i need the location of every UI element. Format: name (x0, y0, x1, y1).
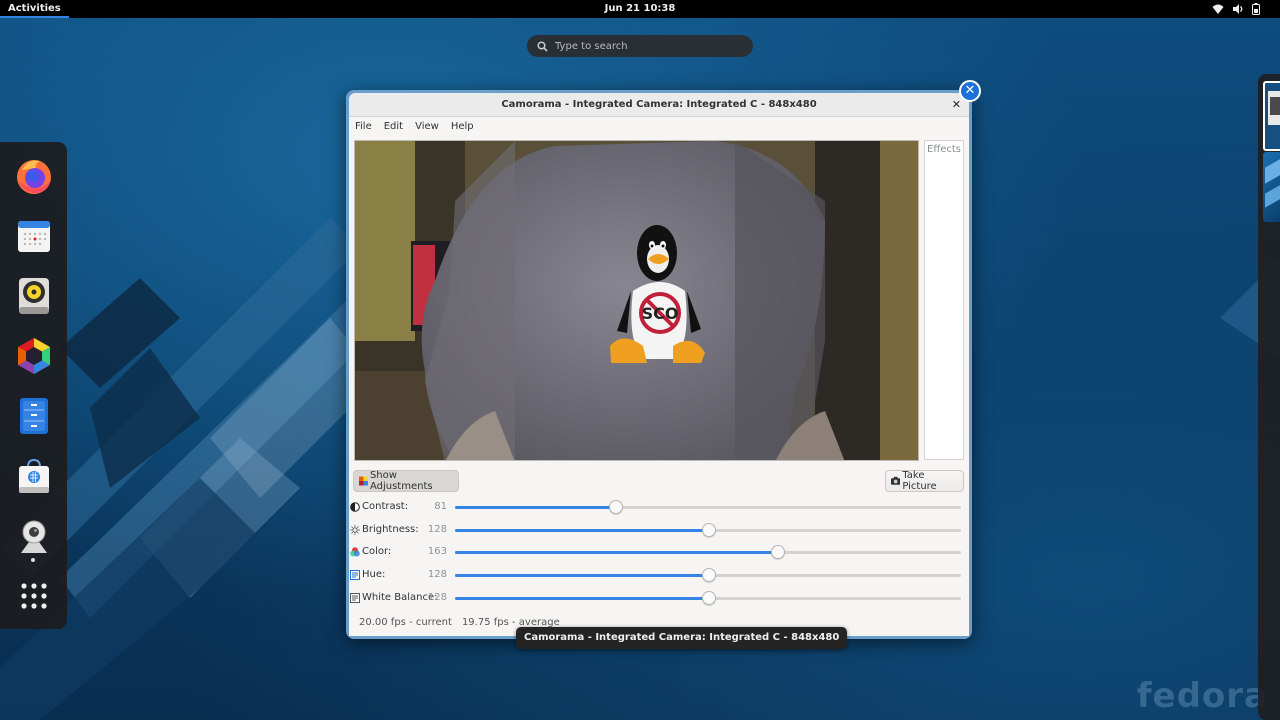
contrast-icon (350, 502, 360, 512)
take-picture-button[interactable]: Take Picture (885, 470, 964, 492)
adjustment-brightness: Brightness: 128 (349, 520, 969, 540)
show-adjustments-label: Show Adjustments (369, 470, 433, 492)
dash-files[interactable] (14, 396, 54, 436)
menubar: File Edit View Help (349, 117, 969, 137)
dash-calendar[interactable] (14, 216, 54, 256)
workspace-wallpaper-shape (1265, 182, 1280, 208)
search-icon (537, 40, 548, 52)
camorama-webcam-icon (21, 520, 47, 553)
running-indicator (31, 558, 35, 562)
menu-edit[interactable]: Edit (384, 117, 403, 137)
slider-knob[interactable] (771, 545, 786, 559)
tux-shirt-text: SCO (642, 304, 679, 323)
slider-fill (455, 529, 709, 532)
activities-button[interactable]: Activities (0, 0, 69, 18)
adjustments-icon (359, 476, 368, 486)
fps-current: 20.00 fps - current (359, 617, 452, 628)
contrast-value: 81 (434, 501, 447, 512)
system-tray[interactable] (1212, 3, 1260, 15)
software-store-icon (19, 458, 49, 493)
overview-close-button[interactable]: ✕ (959, 80, 981, 102)
dash-camorama[interactable] (14, 516, 54, 556)
adjustment-hue: Hue: 128 (349, 565, 969, 585)
camera-icon (891, 476, 901, 485)
show-apps-grid-icon (21, 583, 47, 609)
color-label: Color: (362, 546, 392, 557)
clock[interactable]: Jun 21 10:38 (605, 3, 676, 14)
window-title: Camorama - Integrated Camera: Integrated… (501, 99, 817, 110)
workspace-wallpaper-shape (1265, 156, 1280, 184)
contrast-slider[interactable] (455, 500, 961, 514)
hue-slider[interactable] (455, 568, 961, 582)
slider-knob[interactable] (608, 500, 623, 514)
hue-label: Hue: (362, 569, 386, 580)
color-value: 163 (427, 546, 447, 557)
brightness-icon (350, 525, 360, 535)
dash-rhythmbox[interactable] (14, 276, 54, 316)
contrast-label: Contrast: (362, 501, 409, 512)
workspace-thumbnail-1[interactable] (1263, 81, 1280, 151)
calendar-icon (18, 221, 50, 252)
show-adjustments-button[interactable]: Show Adjustments (353, 470, 459, 492)
slider-fill (455, 506, 616, 509)
white-balance-value: 128 (427, 592, 447, 603)
take-picture-label: Take Picture (902, 470, 937, 492)
white-balance-icon (350, 593, 360, 603)
window-tooltip: Camorama - Integrated Camera: Integrated… (516, 627, 848, 649)
slider-fill (455, 597, 709, 600)
color-slider[interactable] (455, 545, 961, 559)
menu-file[interactable]: File (355, 117, 372, 137)
slider-fill (455, 551, 779, 554)
workspace-switcher (1258, 74, 1280, 720)
dash-show-apps[interactable] (14, 576, 54, 616)
volume-icon (1233, 4, 1243, 14)
wifi-icon (1212, 4, 1224, 14)
brightness-value: 128 (427, 524, 447, 535)
dash-firefox[interactable] (14, 156, 54, 196)
clock-area: Jun 21 10:38 (0, 0, 1280, 18)
battery-icon (1252, 3, 1260, 15)
files-icon (20, 398, 48, 434)
window-titlebar[interactable]: Camorama - Integrated Camera: Integrated… (349, 93, 969, 117)
dash-software-hub[interactable] (14, 336, 54, 376)
workspace-thumbnail-2[interactable] (1263, 152, 1280, 222)
slider-knob[interactable] (701, 523, 716, 537)
fedora-watermark: fedora (1136, 676, 1268, 716)
camorama-window: Camorama - Integrated Camera: Integrated… (349, 93, 969, 636)
adjustment-color: Color: 163 (349, 542, 969, 562)
color-icon (350, 547, 360, 557)
slider-knob[interactable] (701, 591, 716, 605)
menu-view[interactable]: View (415, 117, 439, 137)
search-entry[interactable] (527, 35, 753, 57)
camera-frame-image: SCO (355, 141, 918, 460)
dash-software[interactable] (14, 456, 54, 496)
dash (0, 142, 67, 629)
top-bar: Activities Jun 21 10:38 (0, 0, 1280, 18)
camera-preview: SCO (354, 140, 919, 461)
search-input[interactable] (555, 40, 735, 52)
rhythmbox-icon (19, 278, 49, 314)
effects-label: Effects (927, 144, 961, 155)
brightness-slider[interactable] (455, 523, 961, 537)
workspace-window-preview-camera (1270, 97, 1280, 115)
effects-panel[interactable]: Effects (924, 140, 964, 460)
slider-knob[interactable] (701, 568, 716, 582)
firefox-icon (17, 160, 51, 194)
adjustment-white-balance: White Balance: 128 (349, 588, 969, 608)
hue-value: 128 (427, 569, 447, 580)
hue-icon (350, 570, 360, 580)
slider-fill (455, 574, 709, 577)
white-balance-slider[interactable] (455, 591, 961, 605)
software-center-icon (18, 338, 50, 374)
adjustment-contrast: Contrast: 81 (349, 497, 969, 517)
menu-help[interactable]: Help (451, 117, 474, 137)
